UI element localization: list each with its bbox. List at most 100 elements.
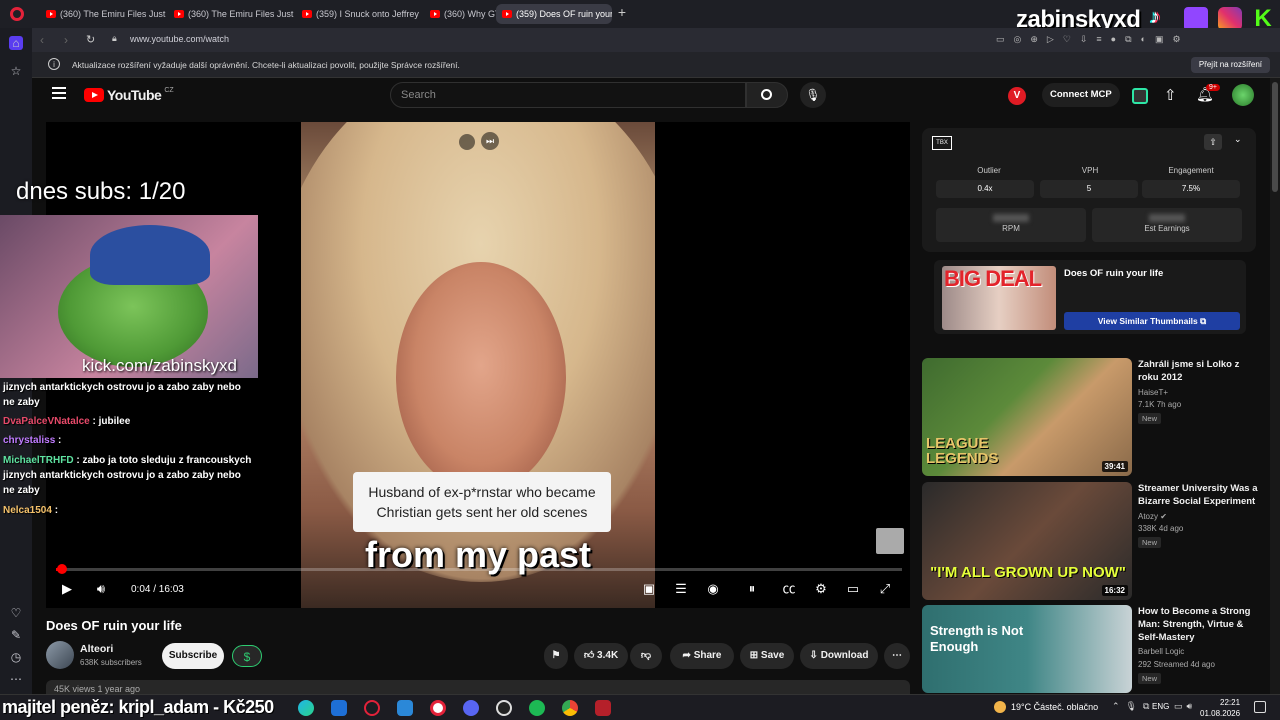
toolbar-icons[interactable]: ▭◎⊕▷♡⇩≡●⧉◐▣⚙ bbox=[996, 34, 1266, 46]
chat-text: jiznych antarktickych ostrovu jo a zabo … bbox=[3, 382, 241, 408]
scrollbar-thumb[interactable] bbox=[1272, 82, 1278, 192]
chrome-icon[interactable] bbox=[562, 700, 578, 716]
bookmark-button[interactable]: ⚑ bbox=[544, 643, 568, 669]
heart-icon[interactable]: ♡ bbox=[9, 606, 23, 620]
progress-scrubber[interactable] bbox=[57, 564, 68, 574]
screenshot-icon[interactable]: ◉ bbox=[704, 580, 722, 598]
recommendation-title[interactable]: How to Become a Strong Man: Strength, Vi… bbox=[1138, 605, 1262, 644]
tab-2[interactable]: (360) The Emiru Files Just bbox=[168, 4, 296, 24]
network-icons[interactable]: ▭🔊︎ bbox=[1174, 701, 1196, 712]
edit-icon[interactable]: ✎ bbox=[9, 628, 23, 642]
store-icon[interactable] bbox=[331, 700, 347, 716]
star-icon[interactable]: ☆ bbox=[9, 64, 23, 78]
more-actions-button[interactable]: ⋯ bbox=[884, 643, 910, 669]
vivaldi-extension-icon[interactable]: V bbox=[1008, 87, 1026, 105]
channel-avatar[interactable] bbox=[46, 641, 74, 669]
thanks-button[interactable]: $ bbox=[232, 645, 262, 667]
autoplay-toggle[interactable]: ⏸ bbox=[738, 580, 766, 598]
microphone-icon[interactable]: 🎙︎ bbox=[800, 82, 826, 108]
tab-1[interactable]: (360) The Emiru Files Just bbox=[40, 4, 168, 24]
captions-icon[interactable]: ㏄ bbox=[780, 580, 798, 598]
recommendation-channel[interactable]: HaiseT+ bbox=[1138, 388, 1168, 397]
channel-name[interactable]: Alteori bbox=[80, 643, 113, 655]
play-icon[interactable]: ▶ bbox=[58, 580, 76, 598]
recommendation-item[interactable]: LEAGUE LEGENDS 39:41 Zahráli jsme si Lol… bbox=[922, 358, 1262, 476]
recommendation-channel[interactable]: Atozy ✔ bbox=[1138, 512, 1167, 521]
avatar[interactable] bbox=[1232, 84, 1254, 106]
share-icon[interactable]: ⇧ bbox=[1204, 134, 1222, 150]
chevron-down-icon[interactable]: ⌄ bbox=[1234, 134, 1242, 145]
volume-icon[interactable]: 🔊︎ bbox=[92, 580, 110, 598]
fullscreen-icon[interactable]: ⤢ bbox=[876, 580, 894, 598]
rpm-box: RPM bbox=[936, 208, 1086, 242]
tray-icons[interactable]: ⌃🎙︎⧉ bbox=[1112, 701, 1155, 712]
spotify-icon[interactable] bbox=[529, 700, 545, 716]
reload-icon[interactable]: ↻ bbox=[86, 33, 95, 46]
miniplayer-icon[interactable]: ▭ bbox=[844, 580, 862, 598]
connect-mcp-button[interactable]: Connect MCP bbox=[1042, 83, 1120, 107]
upload-icon[interactable]: ⇧ bbox=[1164, 86, 1177, 104]
opera-logo-icon[interactable] bbox=[10, 7, 24, 21]
url-field[interactable]: www.youtube.com/watch bbox=[130, 34, 229, 44]
recommendation-thumbnail[interactable]: LEAGUE LEGENDS 39:41 bbox=[922, 358, 1132, 476]
chat-user: chrystaliss bbox=[3, 435, 56, 446]
system-clock[interactable]: 22:21 01.08.2026 bbox=[1200, 697, 1240, 719]
thumb-text: "I'M ALL GROWN UP NOW" bbox=[930, 564, 1126, 581]
opera-icon[interactable] bbox=[364, 700, 380, 716]
recommendation-thumbnail[interactable]: Strength is Not Enough bbox=[922, 605, 1132, 693]
progress-bar[interactable] bbox=[56, 564, 902, 574]
obs-icon[interactable] bbox=[496, 700, 512, 716]
recommendation-item[interactable]: Strength is Not Enough How to Become a S… bbox=[922, 605, 1262, 693]
notification-center-icon[interactable] bbox=[1254, 701, 1266, 713]
tab-3[interactable]: (359) I Snuck onto Jeffrey bbox=[296, 4, 424, 24]
blurred-value bbox=[1149, 214, 1185, 222]
tab-5-active[interactable]: (359) Does OF ruin your li bbox=[496, 4, 612, 24]
save-button[interactable]: ⊞ Save bbox=[740, 643, 794, 669]
extension-icon[interactable] bbox=[1132, 88, 1148, 104]
more-icon[interactable]: ⋯ bbox=[9, 672, 23, 686]
channel-watermark[interactable] bbox=[876, 528, 904, 554]
back-icon[interactable]: ‹ bbox=[40, 33, 44, 47]
menu-icon[interactable] bbox=[52, 87, 66, 99]
history-icon[interactable]: ◷ bbox=[9, 650, 23, 664]
new-tab-button[interactable]: + bbox=[615, 5, 629, 19]
transcript-icon[interactable]: ☰ bbox=[672, 580, 690, 598]
like-button[interactable]: 👍︎ 3.4K bbox=[574, 643, 628, 669]
donor-banner: majitel peněz: kripl_adam - Kč250 bbox=[2, 697, 274, 717]
download-button[interactable]: ⇩ Download bbox=[800, 643, 878, 669]
view-similar-button[interactable]: View Similar Thumbnails ⧉ bbox=[1064, 312, 1240, 330]
home-icon[interactable]: ⌂ bbox=[9, 36, 23, 50]
youtube-logo[interactable]: YouTube CZ bbox=[84, 87, 174, 103]
deal-thumbnail[interactable]: BIG DEAL bbox=[942, 266, 1056, 330]
settings-icon[interactable]: ⚙ bbox=[812, 580, 830, 598]
deal-thumb-text: BIG DEAL bbox=[944, 266, 1042, 291]
forward-icon[interactable]: › bbox=[64, 33, 68, 47]
recommendation-title[interactable]: Zahráli jsme si Lolko z roku 2012 bbox=[1138, 358, 1262, 384]
image-icon[interactable]: ▣ bbox=[640, 580, 658, 598]
opera-browser-icon[interactable] bbox=[430, 700, 446, 716]
discord-icon[interactable] bbox=[463, 700, 479, 716]
thumb-text: LEAGUE LEGENDS bbox=[926, 435, 999, 467]
stat-value: 5 bbox=[1040, 180, 1138, 198]
share-button[interactable]: ➦ Share bbox=[670, 643, 734, 669]
youtube-wordmark: YouTube bbox=[107, 87, 162, 103]
recommendation-item[interactable]: "I'M ALL GROWN UP NOW" 16:32 Streamer Un… bbox=[922, 482, 1262, 600]
recommendation-channel[interactable]: Barbell Logic bbox=[1138, 647, 1184, 656]
recommendation-title[interactable]: Streamer University Was a Bizarre Social… bbox=[1138, 482, 1262, 508]
language-indicator[interactable]: ENG bbox=[1152, 702, 1169, 711]
go-to-extensions-button[interactable]: Přejít na rozšíření bbox=[1190, 57, 1270, 73]
subscribe-button[interactable]: Subscribe bbox=[162, 643, 224, 669]
weather-text[interactable]: 19°C Částeč. oblačno bbox=[1011, 702, 1098, 712]
search-button[interactable] bbox=[746, 82, 788, 108]
skip-icon[interactable]: ⏭︎ bbox=[481, 132, 499, 150]
pip-icon[interactable] bbox=[459, 134, 475, 150]
search-input[interactable]: Search bbox=[390, 82, 746, 108]
kick-url: kick.com/zabinskyxd bbox=[82, 356, 237, 375]
page-scrollbar[interactable] bbox=[1270, 78, 1280, 694]
edge-icon[interactable] bbox=[298, 700, 314, 716]
dislike-button[interactable]: 👎︎ bbox=[630, 643, 662, 669]
app-icon[interactable] bbox=[397, 700, 413, 716]
browser-tab-bar: (360) The Emiru Files Just (360) The Emi… bbox=[0, 0, 1280, 33]
recommendation-thumbnail[interactable]: "I'M ALL GROWN UP NOW" 16:32 bbox=[922, 482, 1132, 600]
vivaldi-icon[interactable] bbox=[595, 700, 611, 716]
